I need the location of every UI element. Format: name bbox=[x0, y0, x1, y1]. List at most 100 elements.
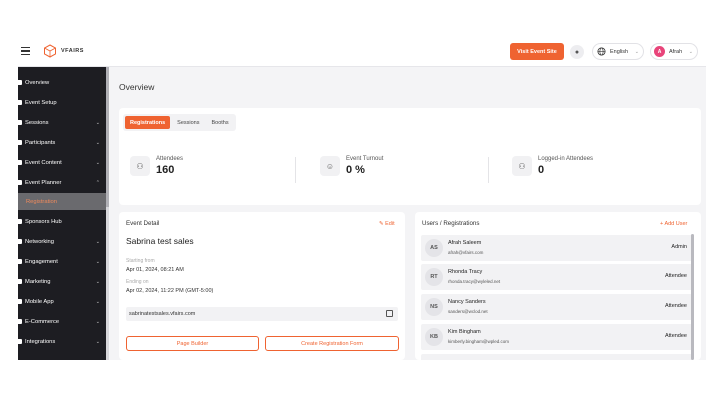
tab-sessions[interactable]: Sessions bbox=[172, 116, 204, 129]
sidebar-item-label: Registration bbox=[26, 198, 57, 205]
users-icon: ⚇ bbox=[130, 156, 150, 176]
sidebar-item-label: Event Content bbox=[25, 159, 62, 166]
user-name: Kim Bingham bbox=[448, 329, 481, 335]
table-row[interactable]: RT Rhonda Tracy rhonda.tracy@wyleled.net… bbox=[421, 264, 693, 290]
chevron-down-icon: ⌄ bbox=[95, 278, 100, 285]
avatar: NS bbox=[425, 298, 443, 316]
sidebar-item-label: Sessions bbox=[25, 119, 49, 126]
chevron-down-icon: ⌄ bbox=[688, 48, 693, 55]
logo[interactable]: VFAIRS bbox=[43, 44, 84, 58]
sidebar-item-marketing[interactable]: Marketing ⌄ bbox=[18, 272, 106, 291]
sessions-icon bbox=[18, 120, 22, 125]
chevron-down-icon: ⌄ bbox=[95, 139, 100, 146]
sidebar-item-event-setup[interactable]: Event Setup bbox=[18, 93, 106, 112]
user-email: kimberly.bingham@wpled.com bbox=[448, 339, 510, 344]
mobile-icon bbox=[18, 299, 22, 304]
user-role: Admin bbox=[671, 244, 687, 250]
table-row[interactable] bbox=[421, 354, 693, 360]
users-scrollbar[interactable] bbox=[691, 234, 694, 360]
add-user-label: Add User bbox=[664, 221, 688, 227]
sidebar-item-label: Networking bbox=[25, 238, 54, 245]
stat-value: 0 % bbox=[346, 164, 365, 176]
sidebar-item-mobile-app[interactable]: Mobile App ⌄ bbox=[18, 292, 106, 311]
planner-icon bbox=[18, 180, 22, 185]
sidebar-item-label: Marketing bbox=[25, 278, 51, 285]
sidebar-item-label: Event Setup bbox=[25, 99, 57, 106]
user-email: afrah@vfairs.com bbox=[448, 250, 484, 255]
tab-registrations[interactable]: Registrations bbox=[125, 116, 171, 129]
sidebar-item-label: Event Planner bbox=[25, 179, 62, 186]
edit-label: Edit bbox=[385, 221, 395, 227]
avatar: RT bbox=[425, 268, 443, 286]
event-url: sabrinatestsales.vfairs.com bbox=[129, 311, 196, 317]
participants-icon bbox=[18, 140, 22, 145]
networking-icon bbox=[18, 239, 22, 244]
marketing-icon bbox=[18, 279, 22, 284]
sidebar-item-label: Engagement bbox=[25, 258, 58, 265]
sidebar-item-networking[interactable]: Networking ⌄ bbox=[18, 232, 106, 251]
copy-icon[interactable] bbox=[386, 310, 393, 317]
user-role: Attendee bbox=[664, 273, 687, 279]
users-heading: Users / Registrations bbox=[422, 220, 480, 227]
user-icon: ☺ bbox=[320, 156, 340, 176]
sidebar-item-registration[interactable]: Registration bbox=[18, 193, 106, 210]
lightbulb-icon[interactable]: ● bbox=[570, 45, 584, 59]
page-builder-button[interactable]: Page Builder bbox=[126, 336, 259, 351]
avatar: AS bbox=[425, 239, 443, 257]
language-label: English bbox=[610, 48, 629, 55]
globe-icon bbox=[597, 47, 606, 56]
add-user-button[interactable]: + Add User bbox=[660, 221, 687, 227]
sidebar-item-label: E-Commerce bbox=[25, 318, 60, 325]
user-menu[interactable]: A Afrah ⌄ bbox=[650, 43, 698, 60]
create-registration-form-button[interactable]: Create Registration Form bbox=[265, 336, 399, 351]
sidebar-item-e-commerce[interactable]: E-Commerce ⌄ bbox=[18, 312, 106, 331]
sidebar-item-label: Participants bbox=[25, 139, 56, 146]
user-name: Afrah bbox=[669, 48, 683, 55]
sidebar-item-event-content[interactable]: Event Content ⌄ bbox=[18, 153, 106, 172]
language-select[interactable]: English ⌄ bbox=[592, 43, 644, 60]
sidebar-item-sponsors-hub[interactable]: Sponsors Hub bbox=[18, 212, 106, 231]
stat-event-turnout: ☺ Event Turnout 0 % bbox=[320, 156, 383, 176]
starting-label: Starting from bbox=[126, 258, 155, 264]
user-name: Afrah Saleem bbox=[448, 240, 482, 246]
sidebar-item-participants[interactable]: Participants ⌄ bbox=[18, 133, 106, 152]
table-row[interactable]: AS Afrah Saleem afrah@vfairs.com Admin bbox=[421, 235, 693, 261]
stat-attendees: ⚇ Attendees 160 bbox=[130, 156, 183, 176]
sponsors-icon bbox=[18, 219, 22, 224]
chevron-down-icon: ⌄ bbox=[95, 338, 100, 345]
starting-value: Apr 01, 2024, 08:21 AM bbox=[126, 267, 184, 273]
table-row[interactable]: KB Kim Bingham kimberly.bingham@wpled.co… bbox=[421, 324, 693, 350]
sidebar-item-integrations[interactable]: Integrations ⌄ bbox=[18, 332, 106, 351]
edit-button[interactable]: ✎ Edit bbox=[379, 221, 395, 227]
menu-icon[interactable] bbox=[21, 47, 30, 55]
tab-booths[interactable]: Booths bbox=[206, 116, 233, 129]
user-name: Rhonda Tracy bbox=[448, 269, 483, 275]
chevron-down-icon: ⌄ bbox=[95, 298, 100, 305]
sidebar-item-label: Mobile App bbox=[25, 298, 54, 305]
chevron-up-icon: ⌃ bbox=[95, 179, 100, 186]
app-window: VFAIRS Visit Event Site ● English ⌄ A Af… bbox=[18, 38, 706, 360]
overview-icon bbox=[18, 80, 22, 85]
sidebar-item-label: Integrations bbox=[25, 338, 56, 345]
sidebar-item-event-planner[interactable]: Event Planner ⌃ bbox=[18, 173, 106, 192]
visit-event-site-button[interactable]: Visit Event Site bbox=[510, 43, 564, 60]
stat-label: Event Turnout bbox=[346, 156, 384, 162]
sidebar-item-label: Overview bbox=[25, 79, 50, 86]
divider bbox=[488, 157, 489, 183]
sidebar-scroll-thumb[interactable] bbox=[106, 67, 109, 207]
event-url-field[interactable]: sabrinatestsales.vfairs.com bbox=[126, 307, 398, 321]
chevron-down-icon: ⌄ bbox=[95, 258, 100, 265]
avatar: KB bbox=[425, 328, 443, 346]
stat-logged-in-attendees: ⚇ Logged-in Attendees 0 bbox=[512, 156, 593, 176]
ending-label: Ending on bbox=[126, 279, 149, 285]
sidebar-item-overview[interactable]: Overview bbox=[18, 73, 106, 92]
sidebar-item-engagement[interactable]: Engagement ⌄ bbox=[18, 252, 106, 271]
user-name: Nancy Sanders bbox=[448, 299, 486, 305]
sidebar-item-sessions[interactable]: Sessions ⌄ bbox=[18, 113, 106, 132]
table-row[interactable]: NS Nancy Sanders sanders@wclod.net Atten… bbox=[421, 294, 693, 320]
chevron-down-icon: ⌄ bbox=[95, 119, 100, 126]
stat-value: 0 bbox=[538, 164, 545, 176]
user-email: rhonda.tracy@wyleled.net bbox=[448, 279, 501, 284]
chevron-down-icon: ⌄ bbox=[95, 318, 100, 325]
overview-tabs: Registrations Sessions Booths bbox=[123, 114, 236, 131]
